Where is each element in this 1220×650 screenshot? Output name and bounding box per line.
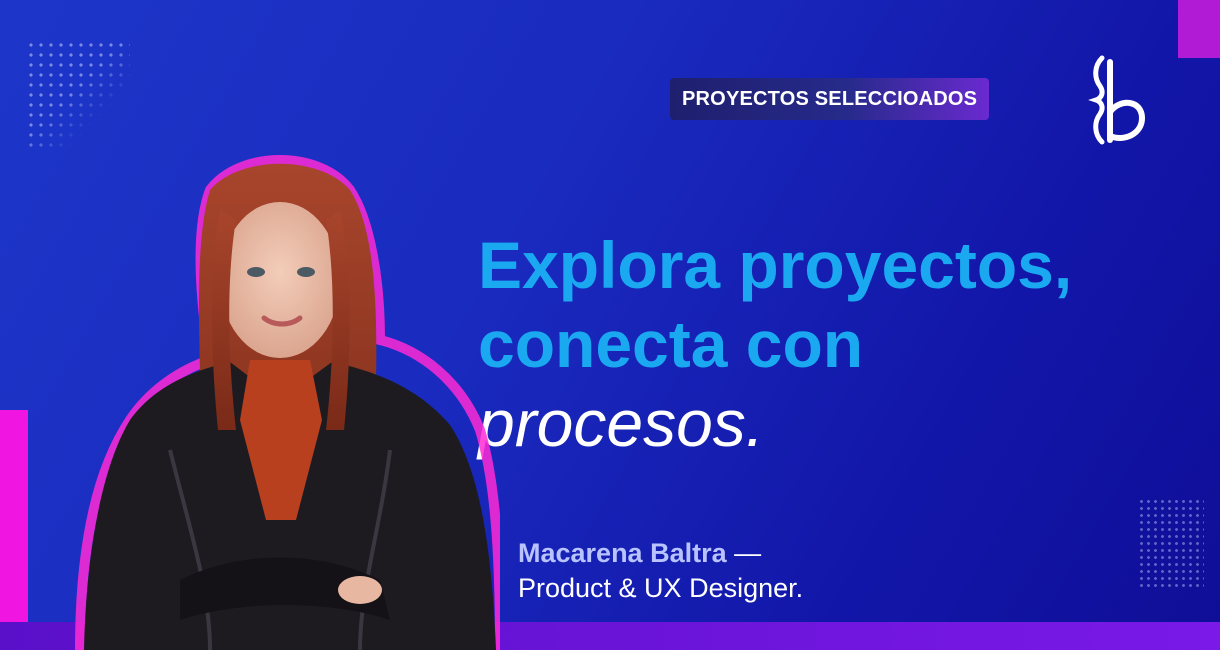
headline-line-2: conecta con <box>478 307 864 381</box>
headline-line-1: Explora proyectos, <box>478 228 1073 302</box>
author-role: Product & UX Designer. <box>518 573 804 603</box>
dot-pattern-top-left <box>26 40 130 152</box>
author-signature: Macarena Baltra — Product & UX Designer. <box>518 536 803 606</box>
section-badge: PROYECTOS SELECCIOADOS <box>670 78 990 120</box>
left-accent-bar <box>0 410 28 650</box>
headline-line-3: procesos. <box>478 386 765 460</box>
portrait-photo <box>74 155 500 650</box>
author-name: Macarena Baltra <box>518 538 727 568</box>
headline: Explora proyectos, conecta con procesos. <box>478 226 1178 463</box>
section-badge-label: PROYECTOS SELECCIOADOS <box>682 87 978 110</box>
author-dash: — <box>726 538 762 568</box>
corner-accent <box>1178 0 1220 58</box>
brand-logo-icon <box>1088 55 1146 145</box>
banner: PROYECTOS SELECCIOADOS Explora proyectos… <box>0 0 1220 650</box>
dot-pattern-bottom-right <box>1138 498 1204 588</box>
